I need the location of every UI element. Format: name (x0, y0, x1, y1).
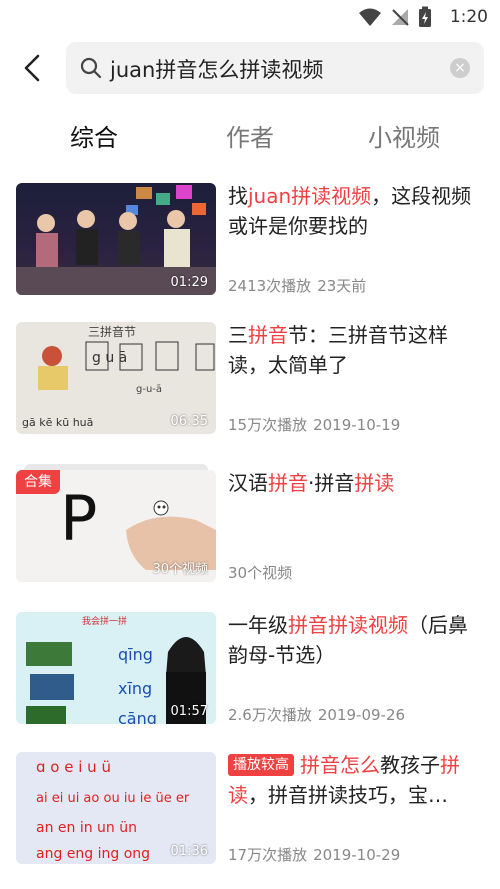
thumb-text: P (60, 482, 97, 555)
thumb-text: ɑ o e i u ü (36, 758, 111, 776)
title-keyword: juan拼读视频 (248, 184, 372, 208)
video-meta: 17万次播放 2019-10-29 (228, 844, 400, 865)
result-item-5[interactable]: ɑ o e i u ü ai ei ui ao ou iu ie üe er a… (16, 752, 486, 868)
video-thumbnail-5[interactable]: ɑ o e i u ü ai ei ui ao ou iu ie üe er a… (16, 752, 216, 864)
top-bar: juan拼音怎么拼读视频 × (0, 40, 500, 96)
no-signal-icon (392, 9, 409, 26)
title-text: 教孩子 (380, 753, 440, 777)
thumb-text: gā kē kū huā (22, 416, 93, 429)
chevron-left-icon (24, 54, 40, 82)
search-input[interactable]: juan拼音怎么拼读视频 (110, 54, 323, 84)
publish-date: 2019-10-19 (313, 416, 401, 434)
title-text: 三 (228, 323, 248, 347)
video-meta: 15万次播放 2019-10-19 (228, 414, 400, 435)
tab-comprehensive[interactable]: 综合 (70, 118, 118, 153)
search-box[interactable]: juan拼音怎么拼读视频 × (66, 42, 484, 94)
thumb-text: g u ā (92, 350, 127, 366)
thumb-text: g-u-ā (136, 384, 162, 395)
video-meta: 30个视频 (228, 562, 292, 583)
video-title[interactable]: 找juan拼读视频，这段视频或许是你要找的 (228, 181, 486, 241)
video-duration: 01:29 (170, 275, 208, 290)
tab-author[interactable]: 作者 (226, 118, 274, 153)
thumb-text: ai ei ui ao ou iu ie üe er (36, 791, 190, 806)
collection-title[interactable]: 汉语拼音·拼音拼读 (228, 468, 486, 498)
title-text: ·拼音 (308, 471, 355, 495)
title-text: ，拼音拼读技巧，宝… (248, 783, 448, 807)
thumb-text: qīng (118, 645, 153, 664)
clear-icon[interactable]: × (450, 58, 470, 78)
view-count: 30个视频 (228, 564, 293, 582)
thumb-text: 三拼音节 (88, 324, 136, 339)
video-duration: 06:35 (170, 414, 208, 429)
result-item-2[interactable]: 三拼音节 g u ā g-u-ā gā kē kū huā 06:35 三拼音节… (16, 322, 486, 438)
publish-date: 23天前 (317, 277, 367, 295)
video-count: 30个视频 (152, 562, 208, 577)
title-text: 汉语 (228, 471, 268, 495)
video-meta: 2.6万次播放 2019-09-26 (228, 704, 405, 725)
collection-tag: 合集 (16, 470, 60, 494)
view-count: 15万次播放 (228, 416, 308, 434)
title-keyword: 拼音怎么 (300, 753, 380, 777)
title-text: 找 (228, 184, 248, 208)
title-keyword: 拼音 (268, 471, 308, 495)
view-count: 2413次播放 (228, 277, 312, 295)
thumb-text: xīng (118, 679, 152, 698)
title-keyword: 拼音拼读视频 (288, 613, 408, 637)
video-duration: 01:36 (170, 844, 208, 859)
status-bar: 1:20 (0, 0, 500, 36)
battery-charging-icon (419, 6, 431, 27)
video-meta: 2413次播放 23天前 (228, 275, 366, 296)
thumb-text: an en in un ün (36, 820, 137, 836)
thumb-text: ang eng ing ong (36, 846, 150, 862)
video-duration: 01:57 (170, 704, 208, 719)
publish-date: 2019-09-26 (317, 706, 406, 724)
video-title[interactable]: 一年级拼音拼读视频（后鼻韵母-节选） (228, 610, 486, 670)
video-title[interactable]: 播放较高 拼音怎么教孩子拼读，拼音拼读技巧，宝… (228, 750, 486, 810)
tab-short-video[interactable]: 小视频 (368, 118, 440, 153)
publish-date: 2019-10-29 (313, 846, 401, 864)
result-item-3[interactable]: P 合集 30个视频 汉语拼音·拼音拼读 30个视频 (16, 464, 486, 586)
wifi-icon (359, 8, 381, 26)
video-thumbnail-1[interactable]: 01:29 (16, 183, 216, 295)
result-tabs: 综合 作者 小视频 (0, 110, 500, 160)
status-time: 1:20 (449, 7, 488, 27)
title-keyword: 拼音 (248, 323, 288, 347)
back-button[interactable] (18, 52, 48, 84)
video-thumbnail-2[interactable]: 三拼音节 g u ā g-u-ā gā kē kū huā 06:35 (16, 322, 216, 434)
view-count: 2.6万次播放 (228, 706, 312, 724)
view-count: 17万次播放 (228, 846, 308, 864)
result-item-4[interactable]: 我会拼一拼 qīng xīng cāng 01:57 一年级拼音拼读视频（后鼻韵… (16, 612, 486, 728)
video-thumbnail-4[interactable]: 我会拼一拼 qīng xīng cāng 01:57 (16, 612, 216, 724)
result-item-1[interactable]: 01:29 找juan拼读视频，这段视频或许是你要找的 2413次播放 23天前 (16, 183, 486, 299)
thumb-text: cāng (118, 709, 157, 724)
video-title[interactable]: 三拼音节：三拼音节这样读，太简单了 (228, 320, 486, 380)
search-icon (80, 57, 102, 79)
popular-badge: 播放较高 (228, 754, 294, 776)
collection-thumbnail[interactable]: P 合集 30个视频 (16, 470, 216, 582)
status-icons (358, 6, 432, 28)
title-keyword: 拼读 (354, 471, 395, 495)
title-text: 一年级 (228, 613, 288, 637)
thumb-text: 我会拼一拼 (82, 615, 127, 627)
